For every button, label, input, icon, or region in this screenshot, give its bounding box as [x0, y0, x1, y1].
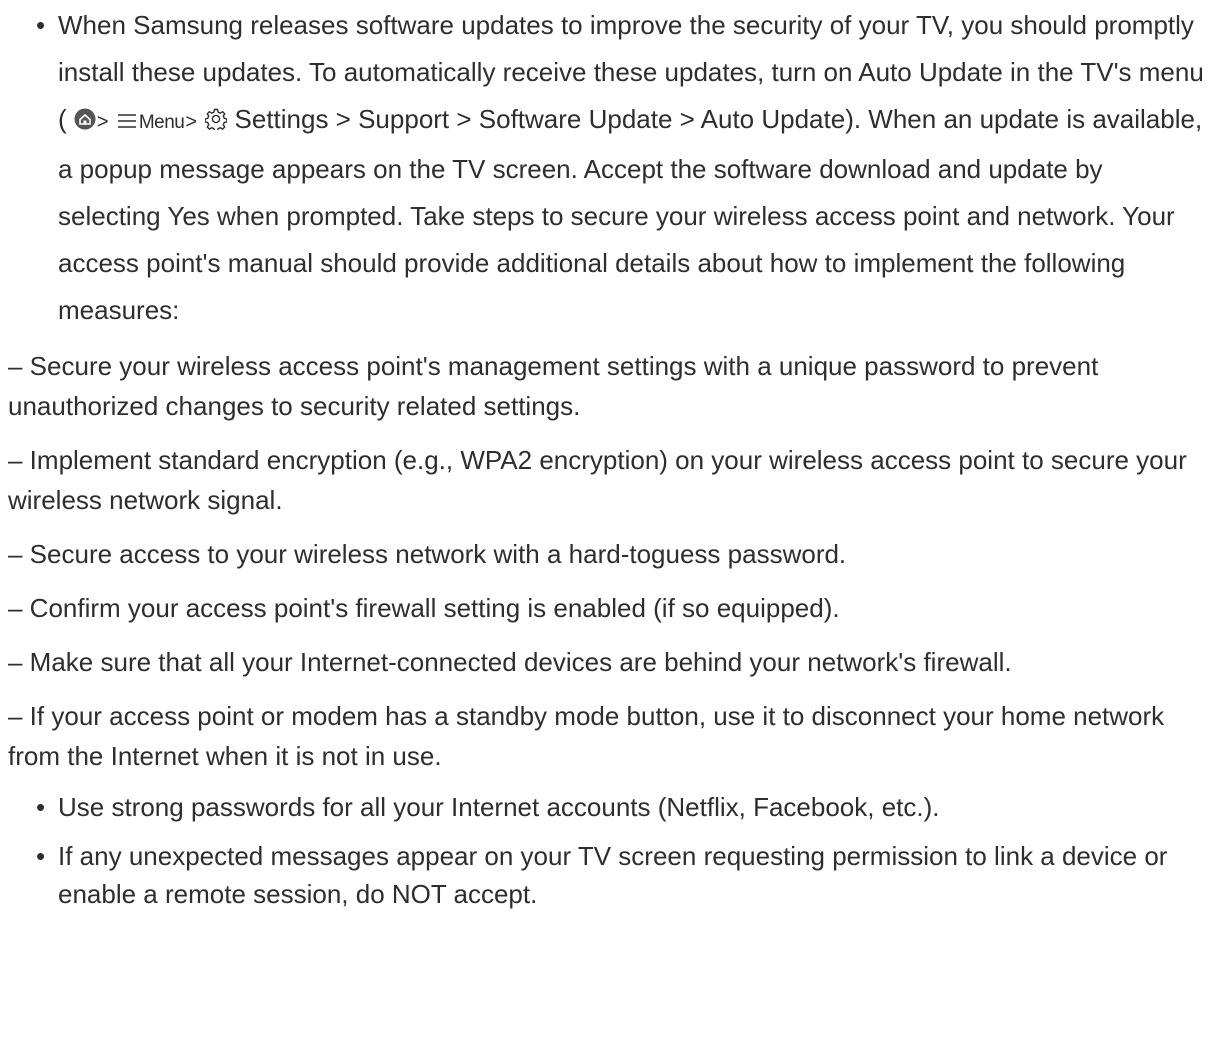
- software-update-bullet: • When Samsung releases software updates…: [36, 2, 1207, 334]
- measure-item: – Implement standard encryption (e.g., W…: [8, 445, 1187, 515]
- tip-text: If any unexpected messages appear on you…: [58, 841, 1168, 909]
- hamburger-menu-icon: [117, 98, 137, 145]
- bullet-marker: •: [36, 841, 46, 871]
- tip-bullet: • Use strong passwords for all your Inte…: [36, 787, 1207, 827]
- measure-item: – Secure your wireless access point's ma…: [8, 351, 1099, 421]
- bullet-marker: •: [36, 10, 46, 40]
- settings-gear-icon: [204, 98, 228, 145]
- support-article: • When Samsung releases software updates…: [0, 2, 1215, 1057]
- intro-text-end: Settings > Support > Software Update > A…: [58, 104, 1203, 325]
- menu-path-separator: >: [185, 111, 198, 133]
- measure-item: – Secure access to your wireless network…: [8, 539, 847, 569]
- home-icon: [74, 98, 96, 145]
- bullet-marker: •: [36, 792, 46, 822]
- measure-item: – Make sure that all your Internet-conne…: [8, 647, 1012, 677]
- menu-path-separator: >: [96, 111, 109, 133]
- tip-bullet: • If any unexpected messages appear on y…: [36, 837, 1207, 913]
- menu-label: Menu: [138, 112, 185, 133]
- tip-text: Use strong passwords for all your Intern…: [58, 792, 940, 822]
- measure-item: – Confirm your access point's firewall s…: [8, 593, 840, 623]
- measure-item: – If your access point or modem has a st…: [8, 701, 1165, 771]
